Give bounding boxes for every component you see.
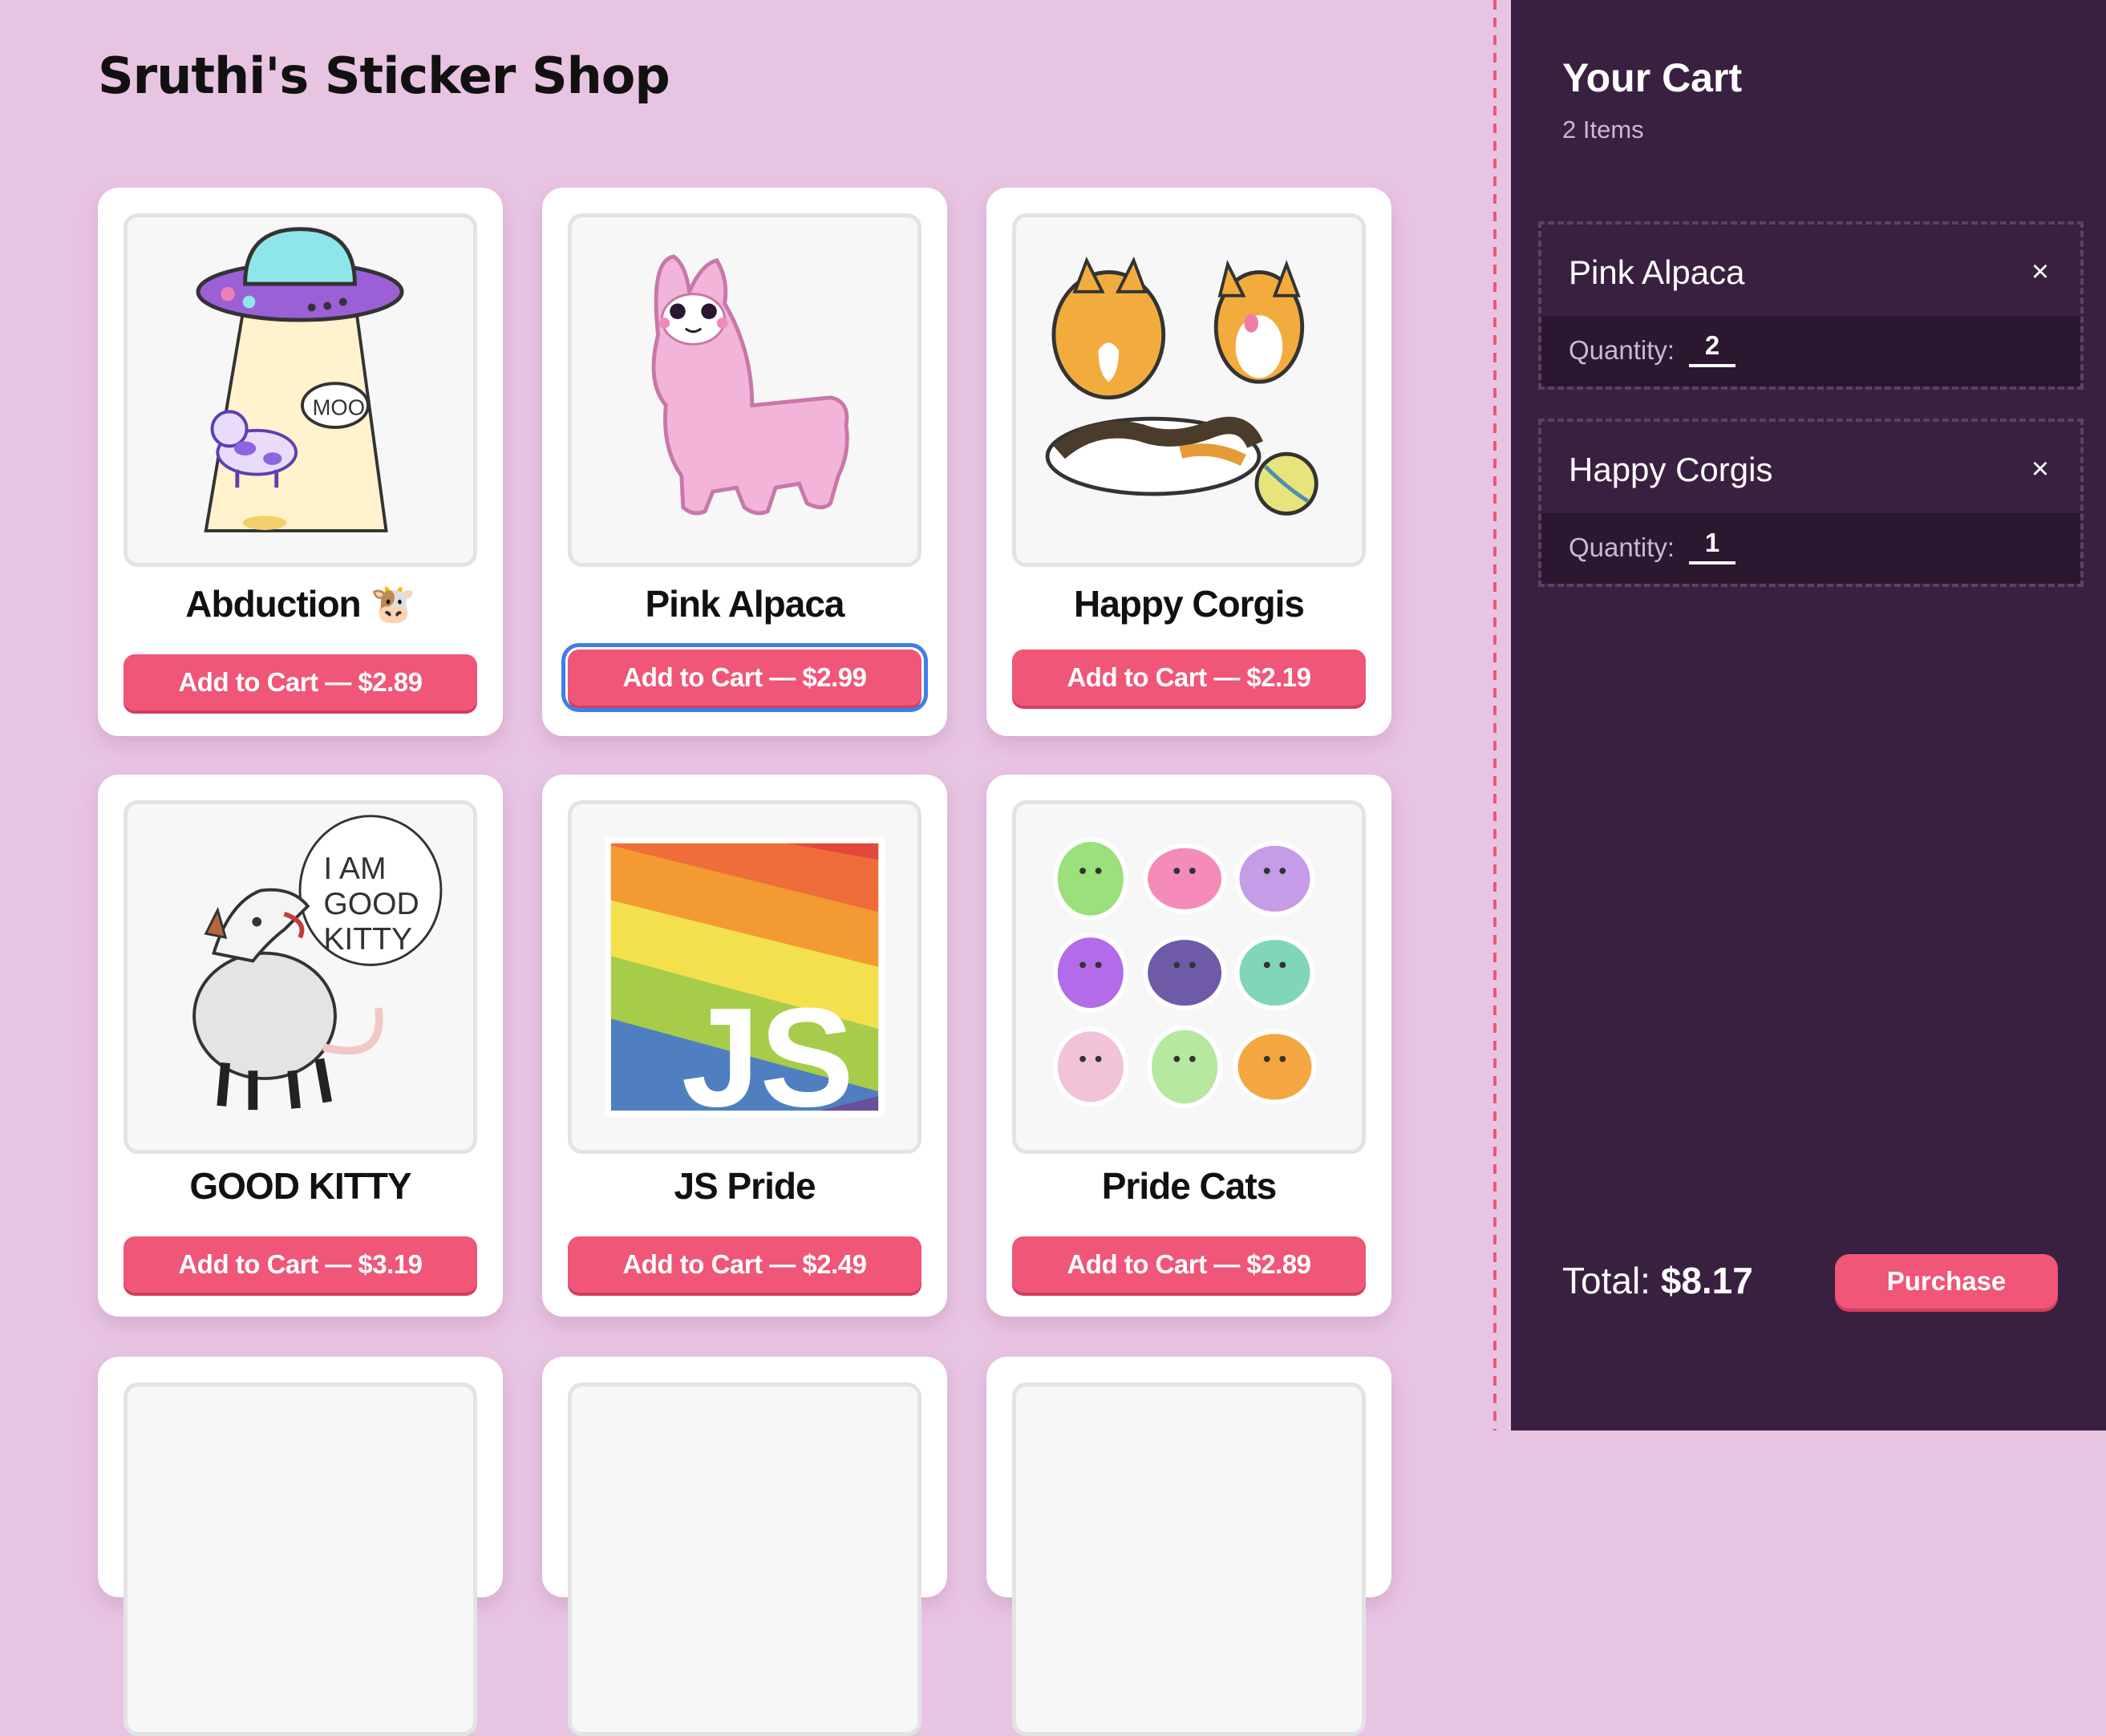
cart-item-quantity-row: Quantity: 1 (1541, 513, 2080, 584)
product-image-partial-1[interactable] (124, 1382, 477, 1736)
product-image-happy-corgis[interactable] (1012, 213, 1366, 567)
js-logo-text: JS (682, 979, 854, 1136)
opossum-icon: I AM GOOD KITTY (192, 815, 443, 1111)
total-amount: $8.17 (1660, 1260, 1753, 1301)
js-rainbow-icon: JS (605, 837, 885, 1136)
speech-line-3: KITTY (323, 922, 412, 957)
product-card-partial-2 (542, 1357, 947, 1736)
product-image-pride-cats[interactable] (1012, 800, 1366, 1154)
ufo-cow-icon: MOO (196, 227, 404, 532)
add-to-cart-button-pride-cats[interactable]: Add to Cart — $2.89 (1012, 1236, 1366, 1293)
cart-item-header: Pink Alpaca × (1541, 225, 2080, 316)
product-card-partial-3 (986, 1357, 1391, 1736)
cart-item-name: Pink Alpaca (1569, 253, 1745, 291)
cart-title: Your Cart (1562, 55, 1743, 100)
product-card-pink-alpaca: Pink Alpaca Add to Cart — $2.99 (542, 188, 947, 736)
cart-item-count: 2 Items (1562, 115, 1644, 144)
total-label: Total: (1562, 1260, 1650, 1301)
quantity-input[interactable]: 2 (1689, 330, 1735, 367)
cart-item-header: Happy Corgis × (1541, 422, 2080, 513)
speech-line-1: I AM (323, 852, 386, 886)
shop-area: Sruthi's Sticker Shop MOO Abduction 🐮 Ad… (0, 0, 1493, 1736)
close-icon[interactable]: × (2024, 452, 2056, 487)
product-card-good-kitty: I AM GOOD KITTY GOOD KITTY Add to Cart —… (98, 775, 503, 1317)
cart-item-name: Happy Corgis (1569, 451, 1773, 488)
product-image-pink-alpaca[interactable] (568, 213, 921, 567)
product-name-pride-cats: Pride Cats (1101, 1165, 1278, 1207)
product-image-partial-2[interactable] (568, 1382, 921, 1736)
svg-text:MOO: MOO (313, 395, 365, 419)
cart-item-pink-alpaca: Pink Alpaca × Quantity: 2 (1538, 221, 2084, 390)
pink-alpaca-icon (651, 254, 849, 516)
cart-item-quantity-row: Quantity: 2 (1541, 316, 2080, 386)
product-card-abduction: MOO Abduction 🐮 Add to Cart — $2.89 (98, 188, 503, 736)
product-name-pink-alpaca: Pink Alpaca (645, 583, 844, 625)
add-to-cart-button-abduction[interactable]: Add to Cart — $2.89 (124, 654, 477, 710)
cart-divider (1493, 0, 1496, 1430)
pride-cats-icon (1052, 837, 1317, 1109)
add-to-cart-button-good-kitty[interactable]: Add to Cart — $3.19 (124, 1236, 477, 1293)
product-name-happy-corgis: Happy Corgis (1073, 583, 1305, 625)
product-name-good-kitty: GOOD KITTY (189, 1165, 411, 1207)
product-card-js-pride: JS JS Pride Add to Cart — $2.49 (542, 775, 947, 1317)
add-to-cart-button-pink-alpaca[interactable]: Add to Cart — $2.99 (561, 643, 928, 712)
speech-line-2: GOOD (323, 887, 419, 921)
product-name-abduction: Abduction 🐮 (185, 583, 415, 625)
product-name-js-pride: JS Pride (674, 1165, 816, 1207)
quantity-label: Quantity: (1569, 532, 1675, 562)
product-image-partial-3[interactable] (1012, 1382, 1366, 1736)
quantity-label: Quantity: (1569, 335, 1675, 365)
product-card-happy-corgis: Happy Corgis Add to Cart — $2.19 (986, 188, 1391, 736)
close-icon[interactable]: × (2024, 255, 2056, 289)
cart-panel: Your Cart 2 Items Pink Alpaca × Quantity… (1511, 0, 2106, 1430)
quantity-input[interactable]: 1 (1689, 528, 1735, 565)
product-image-good-kitty[interactable]: I AM GOOD KITTY (124, 800, 477, 1154)
add-to-cart-button-js-pride[interactable]: Add to Cart — $2.49 (568, 1236, 921, 1293)
product-card-partial-1 (98, 1357, 503, 1736)
product-image-js-pride[interactable]: JS (568, 800, 921, 1154)
cart-item-happy-corgis: Happy Corgis × Quantity: 1 (1538, 419, 2084, 587)
product-card-pride-cats: Pride Cats Add to Cart — $2.89 (986, 775, 1391, 1317)
page-title: Sruthi's Sticker Shop (98, 47, 670, 105)
product-image-abduction[interactable]: MOO (124, 213, 477, 567)
cart-total: Total: $8.17 (1562, 1259, 1753, 1302)
add-to-cart-button-happy-corgis[interactable]: Add to Cart — $2.19 (1012, 649, 1366, 706)
corgis-icon (1045, 256, 1318, 516)
purchase-button[interactable]: Purchase (1835, 1254, 2058, 1309)
